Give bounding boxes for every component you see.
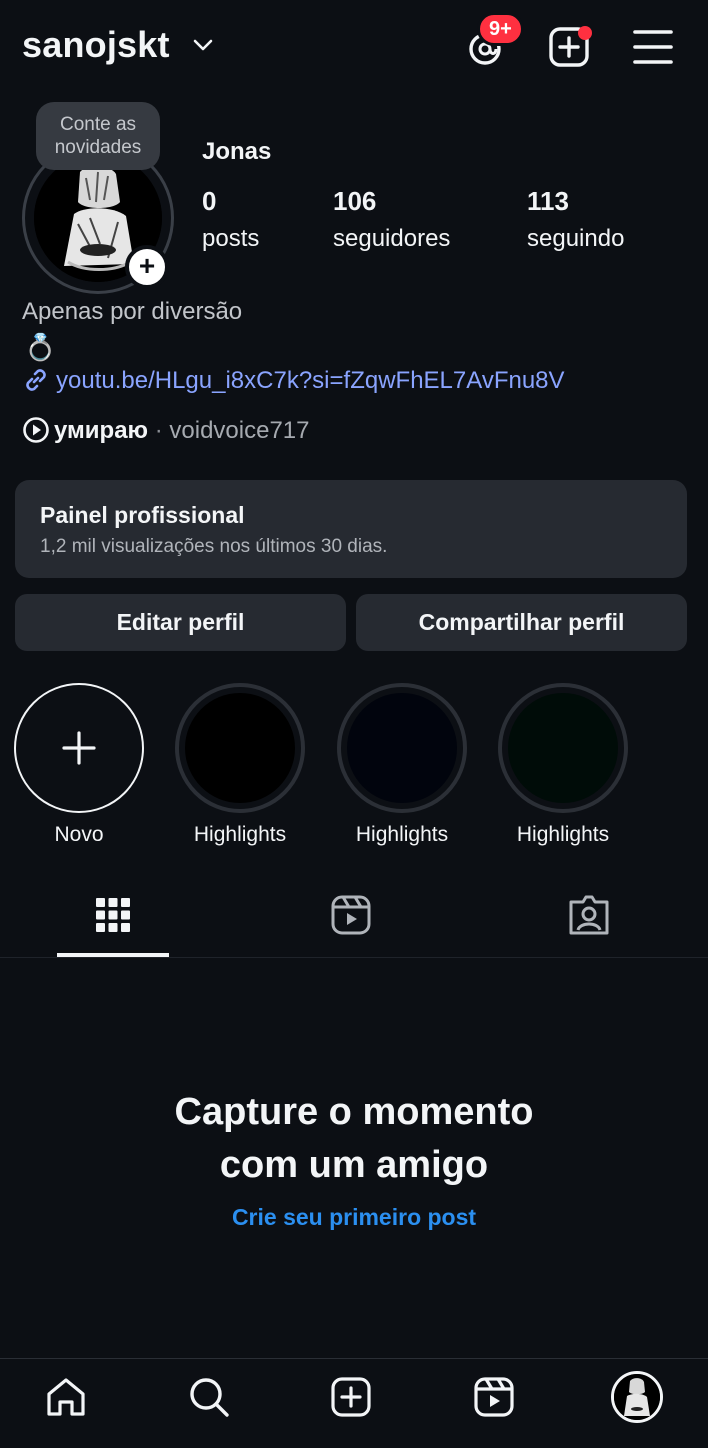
stat-followers[interactable]: 106 seguidores xyxy=(333,186,450,253)
highlight-ring xyxy=(337,683,467,813)
link-icon xyxy=(26,369,46,391)
play-icon xyxy=(23,417,49,443)
stat-label: seguindo xyxy=(527,225,625,252)
chevron-down-icon[interactable] xyxy=(192,34,214,56)
empty-title-line: com um amigo xyxy=(219,1144,489,1186)
profile-nav-avatar[interactable] xyxy=(611,1371,663,1423)
highlight-item[interactable]: Highlights xyxy=(175,683,305,847)
stat-following[interactable]: 113 seguindo xyxy=(527,186,624,253)
music-account: voidvoice717 xyxy=(169,417,310,444)
username-title[interactable]: sanojskt xyxy=(22,24,170,66)
highlight-new[interactable]: Novo xyxy=(14,683,144,847)
dashboard-title: Painel profissional xyxy=(40,502,245,528)
stat-value: 113 xyxy=(527,186,569,216)
profile-link[interactable]: youtu.be/HLgu_i8xC7k?si=fZqwFhEL7AvFnu8V xyxy=(22,366,565,395)
grid-icon[interactable] xyxy=(90,892,136,938)
reels-icon[interactable] xyxy=(328,892,374,938)
stat-value: 0 xyxy=(202,186,217,216)
tab-divider xyxy=(0,957,708,958)
empty-title-line: Capture o momento xyxy=(174,1091,534,1133)
search-icon[interactable] xyxy=(186,1374,232,1420)
stat-label: seguidores xyxy=(333,225,451,252)
stat-posts[interactable]: 0 posts xyxy=(202,186,259,253)
link-text: youtu.be/HLgu_i8xC7k?si=fZqwFhEL7AvFnu8V xyxy=(56,367,565,394)
tagged-icon[interactable] xyxy=(566,892,612,938)
music-separator: · xyxy=(154,417,163,444)
highlight-ring xyxy=(175,683,305,813)
create-icon[interactable] xyxy=(328,1374,374,1420)
add-story-button[interactable]: + xyxy=(125,245,169,289)
music-row[interactable]: умираю · voidvoice717 xyxy=(22,416,310,445)
menu-icon[interactable] xyxy=(633,28,673,66)
display-name: Jonas xyxy=(202,138,272,165)
highlight-label: Novo xyxy=(54,823,104,846)
ring-emoji: 💍 xyxy=(24,332,57,362)
stat-value: 106 xyxy=(333,186,377,216)
dashboard-subtitle: 1,2 mil visualizações nos últimos 30 dia… xyxy=(40,536,388,557)
stat-label: posts xyxy=(202,225,260,252)
highlight-cover xyxy=(508,693,618,803)
notification-badge: 9+ xyxy=(477,12,524,46)
share-profile-button[interactable]: Compartilhar perfil xyxy=(356,594,687,651)
edit-profile-button[interactable]: Editar perfil xyxy=(15,594,346,651)
highlight-item[interactable]: Highlights xyxy=(498,683,628,847)
create-first-post-link[interactable]: Crie seu primeiro post xyxy=(0,1204,708,1231)
professional-dashboard[interactable]: Painel profissional 1,2 mil visualizaçõe… xyxy=(15,480,687,578)
highlight-cover xyxy=(347,693,457,803)
plus-icon xyxy=(62,731,96,765)
bottom-nav-divider xyxy=(0,1358,708,1359)
reels-nav-icon[interactable] xyxy=(471,1374,517,1420)
highlight-label: Highlights xyxy=(516,823,610,846)
highlight-label: Highlights xyxy=(193,823,287,846)
home-icon[interactable] xyxy=(43,1374,89,1420)
notes-tooltip[interactable]: Conte as novidades xyxy=(36,102,160,170)
highlight-label: Highlights xyxy=(355,823,449,846)
nav-avatar-illustration xyxy=(614,1374,660,1420)
empty-state-title: Capture o momento com um amigo xyxy=(0,1086,708,1192)
highlight-item[interactable]: Highlights xyxy=(337,683,467,847)
highlight-ring xyxy=(498,683,628,813)
bio-text: Apenas por diversão xyxy=(22,298,243,325)
highlight-cover xyxy=(185,693,295,803)
new-highlight-circle xyxy=(14,683,144,813)
new-activity-dot xyxy=(578,26,592,40)
music-title: умираю xyxy=(54,417,149,444)
